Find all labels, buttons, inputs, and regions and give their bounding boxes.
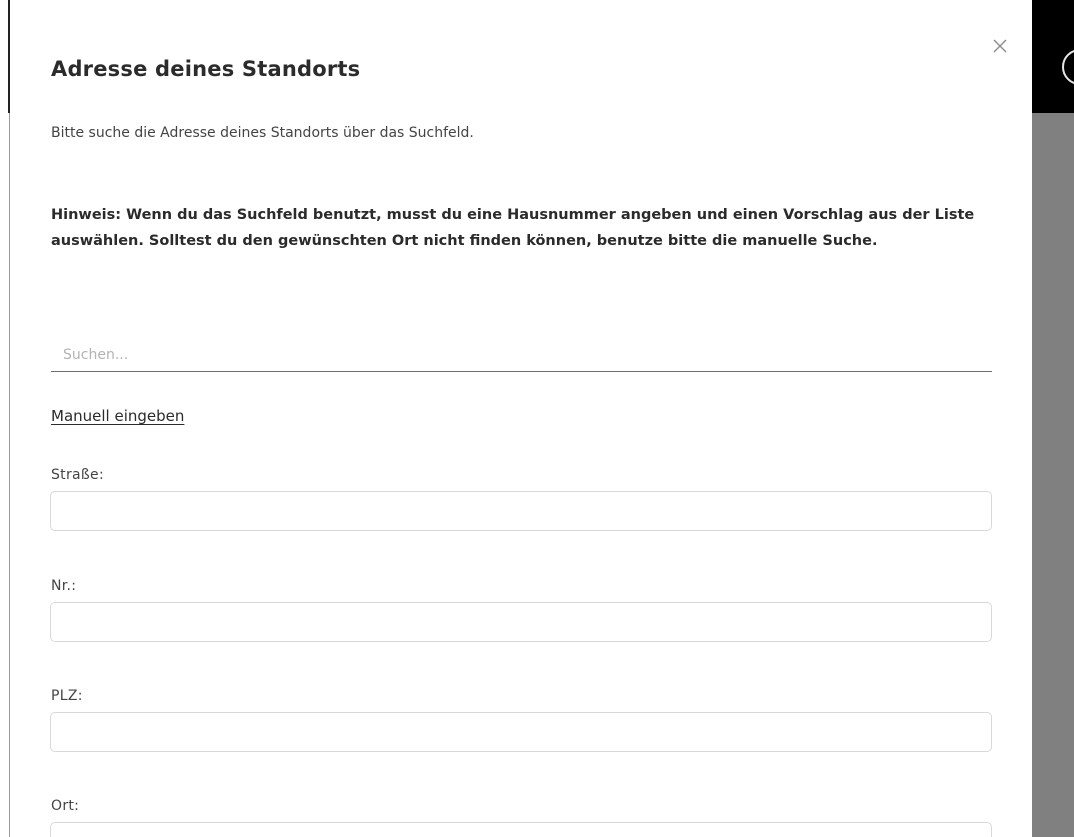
- postal-code-field[interactable]: [50, 712, 992, 752]
- city-field[interactable]: [50, 822, 992, 837]
- house-number-field[interactable]: [50, 602, 992, 642]
- search-input[interactable]: [51, 338, 992, 372]
- modal-backdrop: [1032, 0, 1074, 837]
- street-label: Straße:: [51, 467, 104, 483]
- modal-title: Adresse deines Standorts: [51, 57, 361, 81]
- close-button[interactable]: [988, 34, 1012, 58]
- intro-text: Bitte suche die Adresse deines Standorts…: [51, 125, 474, 141]
- postal-code-label: PLZ:: [51, 688, 83, 704]
- city-label: Ort:: [51, 798, 80, 814]
- address-modal: Adresse deines Standorts Bitte suche die…: [10, 0, 1032, 837]
- manual-entry-link[interactable]: Manuell eingeben: [51, 407, 184, 425]
- street-field[interactable]: [50, 491, 992, 531]
- page-left-edge: [0, 0, 9, 837]
- house-number-label: Nr.:: [51, 578, 77, 594]
- close-icon: [993, 39, 1007, 53]
- notice-text: Hinweis: Wenn du das Suchfeld benutzt, m…: [51, 207, 975, 249]
